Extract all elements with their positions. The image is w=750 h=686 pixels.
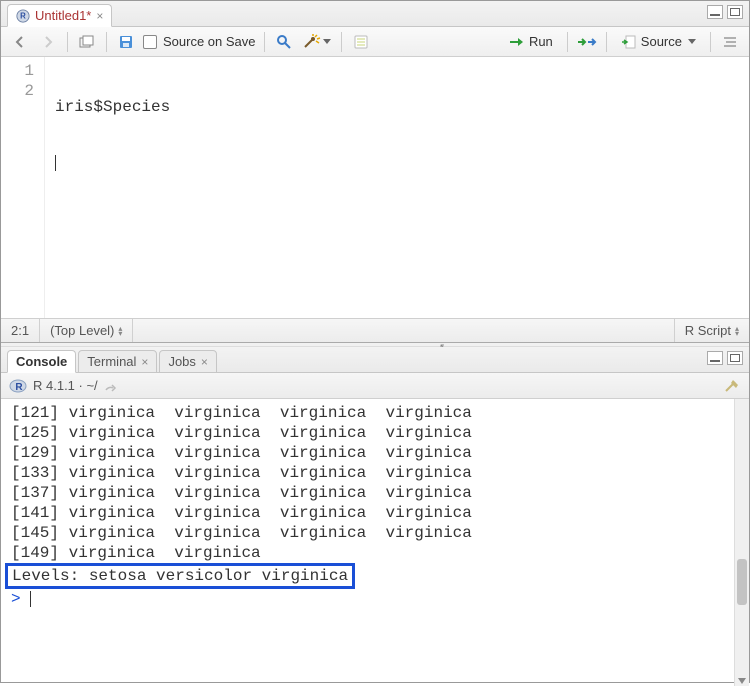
compile-report-icon[interactable] bbox=[350, 31, 372, 53]
code-tools-caret-icon[interactable] bbox=[323, 39, 331, 44]
source-doc-icon bbox=[621, 35, 637, 49]
tab-jobs[interactable]: Jobs × bbox=[159, 350, 216, 373]
console-header: R R 4.1.1 · ~/ bbox=[1, 373, 749, 399]
run-button[interactable]: Run bbox=[503, 32, 559, 51]
tab-console[interactable]: Console bbox=[7, 350, 76, 373]
source-label: Source bbox=[641, 34, 682, 49]
tab-console-label: Console bbox=[16, 354, 67, 369]
rerun-icon[interactable] bbox=[576, 31, 598, 53]
console-output[interactable]: [121] virginica virginica virginica virg… bbox=[1, 399, 749, 686]
console-pane: Console Terminal × Jobs × R R 4.1.1 · ~/… bbox=[1, 347, 749, 686]
source-statusbar: 2:1 (Top Level) ▴▾ R Script ▴▾ bbox=[1, 318, 749, 342]
show-in-new-window-icon[interactable] bbox=[76, 31, 98, 53]
console-levels-line: Levels: setosa versicolor virginica bbox=[11, 563, 749, 589]
console-cursor bbox=[30, 591, 31, 607]
forward-icon[interactable] bbox=[37, 31, 59, 53]
scope-selector[interactable]: (Top Level) ▴▾ bbox=[40, 319, 133, 342]
source-on-save-checkbox[interactable] bbox=[143, 35, 157, 49]
source-button[interactable]: Source bbox=[615, 32, 702, 51]
minimize-pane-icon[interactable] bbox=[707, 5, 723, 19]
maximize-pane-icon[interactable] bbox=[727, 351, 743, 365]
line-number: 2 bbox=[1, 81, 34, 101]
editor-code-area[interactable]: iris$Species bbox=[45, 57, 176, 318]
maximize-pane-icon[interactable] bbox=[727, 5, 743, 19]
source-tab-title: Untitled1* bbox=[35, 8, 91, 23]
code-line bbox=[55, 153, 170, 173]
scroll-down-icon[interactable] bbox=[738, 678, 746, 684]
clear-console-icon[interactable] bbox=[723, 377, 741, 395]
outline-icon[interactable] bbox=[719, 31, 741, 53]
pane-window-buttons bbox=[707, 5, 743, 19]
source-pane: R Untitled1* × Source on Save bbox=[1, 1, 749, 343]
code-tools-icon[interactable] bbox=[301, 31, 333, 53]
scrollbar-thumb[interactable] bbox=[737, 559, 747, 605]
source-editor[interactable]: 1 2 iris$Species bbox=[1, 57, 749, 318]
back-icon[interactable] bbox=[9, 31, 31, 53]
console-line: [141] virginica virginica virginica virg… bbox=[11, 503, 749, 523]
cursor-position: 2:1 bbox=[1, 319, 40, 342]
code-line: iris$Species bbox=[55, 97, 170, 117]
console-header-text: R 4.1.1 · ~/ bbox=[33, 378, 98, 393]
close-icon[interactable]: × bbox=[96, 10, 103, 22]
console-line: [145] virginica virginica virginica virg… bbox=[11, 523, 749, 543]
find-icon[interactable] bbox=[273, 31, 295, 53]
console-line: [121] virginica virginica virginica virg… bbox=[11, 403, 749, 423]
source-on-save-label: Source on Save bbox=[163, 34, 256, 49]
levels-highlight: Levels: setosa versicolor virginica bbox=[5, 563, 355, 589]
run-arrow-icon bbox=[509, 36, 525, 48]
editor-cursor bbox=[55, 155, 56, 171]
svg-text:R: R bbox=[20, 11, 26, 20]
close-icon[interactable]: × bbox=[141, 356, 148, 368]
source-menu-caret-icon[interactable] bbox=[688, 39, 696, 44]
save-icon[interactable] bbox=[115, 31, 137, 53]
source-toolbar: Source on Save Run bbox=[1, 27, 749, 57]
r-file-icon: R bbox=[16, 9, 30, 23]
line-number: 1 bbox=[1, 61, 34, 81]
language-selector[interactable]: R Script ▴▾ bbox=[674, 319, 749, 342]
console-line: [133] virginica virginica virginica virg… bbox=[11, 463, 749, 483]
console-line: [125] virginica virginica virginica virg… bbox=[11, 423, 749, 443]
source-tabstrip: R Untitled1* × bbox=[1, 1, 749, 27]
pane-window-buttons bbox=[707, 351, 743, 365]
editor-gutter: 1 2 bbox=[1, 57, 45, 318]
svg-text:R: R bbox=[15, 382, 23, 393]
source-tab-untitled1[interactable]: R Untitled1* × bbox=[7, 4, 112, 27]
tab-jobs-label: Jobs bbox=[168, 354, 195, 369]
tab-terminal[interactable]: Terminal × bbox=[78, 350, 157, 373]
goto-wd-icon[interactable] bbox=[104, 380, 118, 392]
r-logo-icon: R bbox=[9, 377, 27, 395]
console-line: [149] virginica virginica bbox=[11, 543, 749, 563]
console-tabstrip: Console Terminal × Jobs × bbox=[1, 347, 749, 373]
console-line: [129] virginica virginica virginica virg… bbox=[11, 443, 749, 463]
console-prompt-line[interactable]: > bbox=[11, 589, 749, 609]
minimize-pane-icon[interactable] bbox=[707, 351, 723, 365]
console-scrollbar[interactable] bbox=[734, 399, 749, 686]
close-icon[interactable]: × bbox=[201, 356, 208, 368]
run-label: Run bbox=[529, 34, 553, 49]
console-line: [137] virginica virginica virginica virg… bbox=[11, 483, 749, 503]
tab-terminal-label: Terminal bbox=[87, 354, 136, 369]
